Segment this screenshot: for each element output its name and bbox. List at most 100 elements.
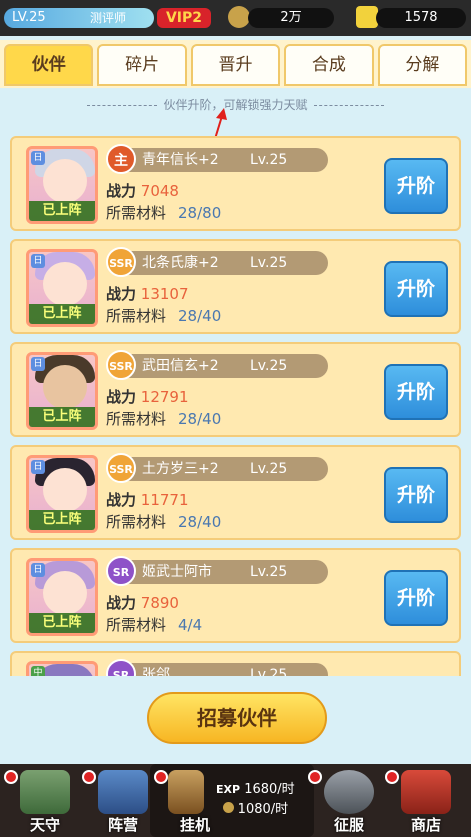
hint-label: 伙伴升阶，可解锁强力天赋 — [163, 98, 308, 112]
material-label: 所需材料 — [106, 410, 167, 428]
hint-text: 伙伴升阶，可解锁强力天赋 — [0, 96, 471, 113]
nav-label: 天守 — [29, 816, 60, 834]
material-value: 28/40 — [178, 410, 222, 428]
top-bar: LV.25 测评师 VIP2 2万 1578 — [0, 0, 471, 36]
partner-card: 日 已上阵 土方岁三+2 Lv.25 SSR 战力 11771 所需材料 28/4… — [10, 445, 461, 540]
power-value: 7048 — [140, 182, 179, 200]
material-label: 所需材料 — [106, 616, 167, 634]
rank-badge: SR — [106, 659, 136, 676]
power-label: 战力 — [106, 594, 137, 612]
power-value: 13107 — [140, 285, 189, 303]
partner-card: 日 已上阵 姬武士阿市 Lv.25 SR 战力 7890 所需材料 4/4 升阶 — [10, 548, 461, 643]
nav-label: 商店 — [410, 816, 441, 834]
partner-name: 北条氏康+2 — [142, 255, 219, 271]
nav-shop[interactable]: 商店 — [381, 764, 471, 837]
scroll-map-icon — [98, 770, 148, 814]
faction-tag: 日 — [31, 460, 45, 474]
vip-badge[interactable]: VIP2 — [157, 8, 211, 28]
material-row: 所需材料 28/40 — [106, 511, 221, 532]
partner-level: Lv.25 — [250, 152, 288, 168]
shop-chest-icon — [401, 770, 451, 814]
partner-portrait[interactable]: 中 — [26, 661, 98, 676]
rank-badge: 主 — [106, 144, 136, 174]
coin-icon — [228, 6, 250, 28]
bottom-nav: 天守 阵营 挂机 EXP 1680/时 1080/时 征服 商店 — [0, 764, 471, 837]
material-value: 28/40 — [178, 307, 222, 325]
crest-icon — [324, 770, 374, 814]
partner-name: 武田信玄+2 — [142, 358, 219, 374]
player-level: LV.25 — [12, 10, 46, 25]
material-row: 所需材料 28/40 — [106, 305, 221, 326]
partner-level: Lv.25 — [250, 358, 288, 374]
power-label: 战力 — [106, 182, 137, 200]
coin-counter: 2万 — [248, 8, 334, 28]
power-row: 战力 12791 — [106, 386, 189, 407]
faction-tag: 日 — [31, 357, 45, 371]
partner-portrait[interactable]: 日 已上阵 — [26, 558, 98, 636]
tab-synthesize[interactable]: 合成 — [284, 44, 374, 86]
exp-label: EXP — [216, 783, 241, 796]
nav-idle[interactable]: 挂机 EXP 1680/时 1080/时 — [150, 764, 314, 837]
power-row: 战力 13107 — [106, 283, 189, 304]
partner-name: 土方岁三+2 — [142, 461, 219, 477]
partner-card: 日 已上阵 武田信玄+2 Lv.25 SSR 战力 12791 所需材料 28/4… — [10, 342, 461, 437]
partner-portrait[interactable]: 日 已上阵 — [26, 249, 98, 327]
face-shape — [43, 159, 87, 203]
partner-card: 日 已上阵 北条氏康+2 Lv.25 SSR 战力 13107 所需材料 28/4… — [10, 239, 461, 334]
player-name: 测评师 — [89, 11, 126, 25]
gold-counter: 1578 — [376, 8, 466, 28]
partner-name: 张郃 — [142, 667, 170, 676]
tab-partner[interactable]: 伙伴 — [4, 44, 94, 86]
faction-tag: 日 — [31, 254, 45, 268]
notification-dot — [385, 770, 399, 784]
rank-badge: SSR — [106, 350, 136, 380]
rank-badge: SR — [106, 556, 136, 586]
name-bar: 青年信长+2 Lv.25 — [110, 148, 328, 172]
idle-rates: EXP 1680/时 1080/时 — [216, 780, 295, 820]
material-label: 所需材料 — [106, 513, 167, 531]
notification-dot — [4, 770, 18, 784]
material-row: 所需材料 28/40 — [106, 408, 221, 429]
notification-dot — [308, 770, 322, 784]
tab-bar: 伙伴 碎片 晋升 合成 分解 — [0, 40, 471, 88]
partner-portrait[interactable]: 日 已上阵 — [26, 455, 98, 533]
partner-portrait[interactable]: 日 已上阵 — [26, 352, 98, 430]
power-row: 战力 7048 — [106, 180, 179, 201]
upgrade-button[interactable]: 升阶 — [384, 364, 448, 420]
upgrade-button[interactable]: 升阶 — [384, 158, 448, 214]
exp-rate: 1680/时 — [244, 782, 295, 797]
upgrade-button[interactable]: 升阶 — [384, 570, 448, 626]
partner-card: 中 张郃 Lv.25 SR — [10, 651, 461, 676]
tab-fragments[interactable]: 碎片 — [97, 44, 187, 86]
name-bar: 武田信玄+2 Lv.25 — [110, 354, 328, 378]
recruit-button[interactable]: 招募伙伴 — [147, 692, 327, 744]
face-shape — [43, 468, 87, 512]
partner-level: Lv.25 — [250, 564, 288, 580]
tab-promote[interactable]: 晋升 — [190, 44, 281, 86]
coin-small-icon — [222, 802, 234, 813]
face-shape — [43, 571, 87, 615]
nav-castle[interactable]: 天守 — [0, 764, 90, 837]
rank-badge: SSR — [106, 247, 136, 277]
faction-tag: 日 — [31, 151, 45, 165]
coin-rate: 1080/时 — [237, 802, 289, 817]
name-bar: 北条氏康+2 Lv.25 — [110, 251, 328, 275]
castle-icon — [20, 770, 70, 814]
name-bar: 张郃 Lv.25 — [110, 663, 328, 676]
deployed-badge: 已上阵 — [29, 510, 95, 530]
partner-level: Lv.25 — [250, 461, 288, 477]
partner-portrait[interactable]: 日 已上阵 — [26, 146, 98, 224]
material-value: 4/4 — [178, 616, 203, 634]
material-value: 28/80 — [178, 204, 222, 222]
face-shape — [43, 365, 87, 409]
partner-list[interactable]: 日 已上阵 青年信长+2 Lv.25 主 战力 7048 所需材料 28/80 升… — [10, 128, 461, 676]
upgrade-button[interactable]: 升阶 — [384, 467, 448, 523]
tab-decompose[interactable]: 分解 — [377, 44, 468, 86]
rank-badge: SSR — [106, 453, 136, 483]
notification-dot — [82, 770, 96, 784]
power-value: 11771 — [140, 491, 189, 509]
material-label: 所需材料 — [106, 204, 167, 222]
notification-dot — [154, 770, 168, 784]
upgrade-button[interactable]: 升阶 — [384, 261, 448, 317]
level-bar[interactable]: LV.25 测评师 — [4, 8, 154, 28]
